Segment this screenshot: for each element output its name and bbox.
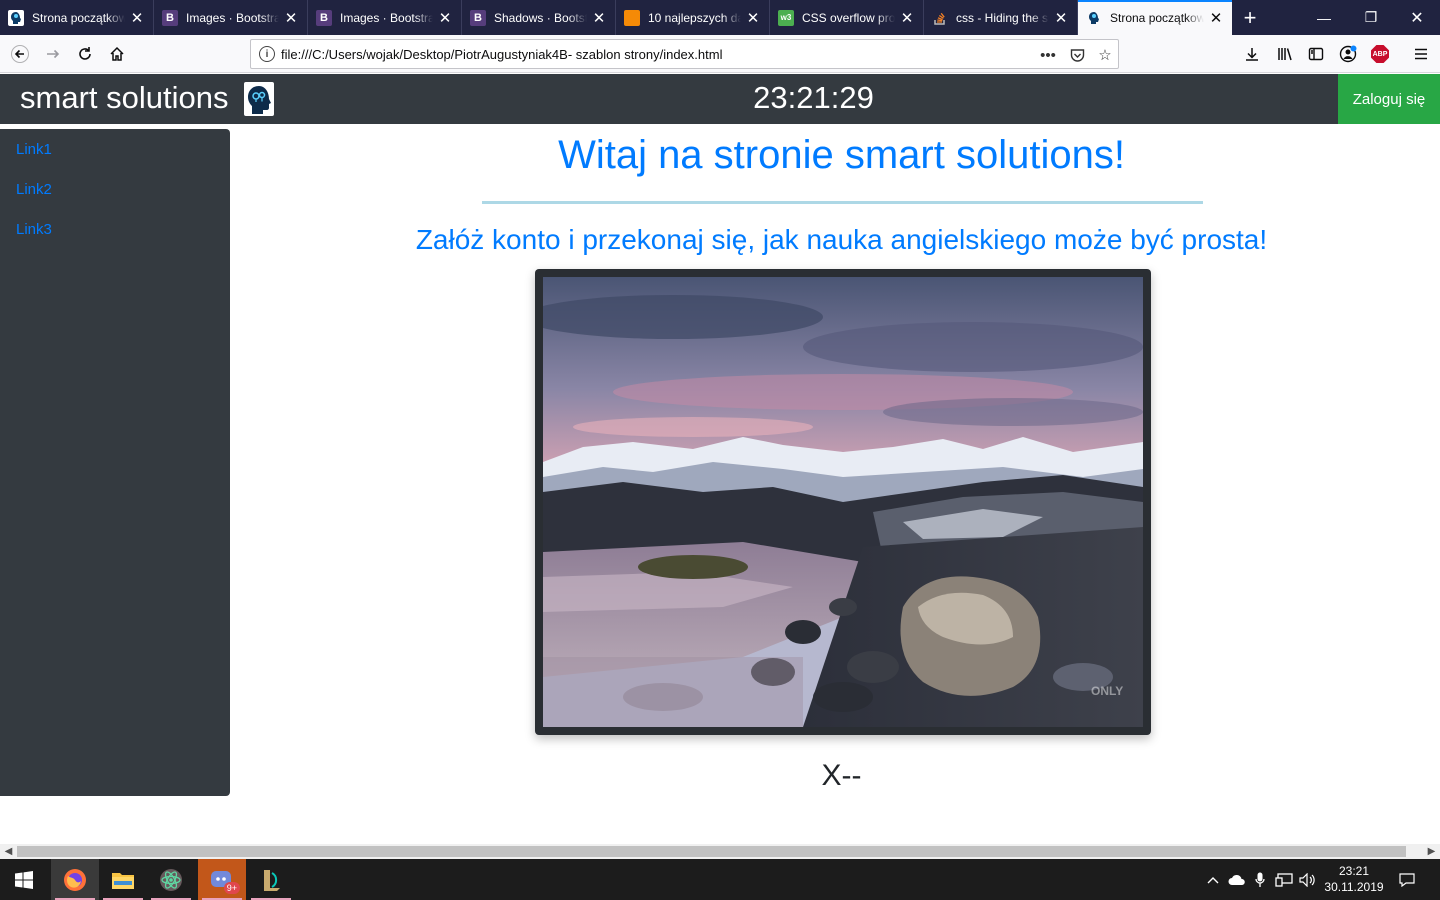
close-icon[interactable]: ✕: [591, 9, 607, 27]
tab-images-bootstrap-2[interactable]: B Images · Bootstrap ✕: [308, 0, 462, 35]
tab-title: Images · Bootstrap: [186, 10, 279, 25]
tab-strona-poczatkowa-active[interactable]: Strona początkowa ✕: [1078, 0, 1232, 35]
close-icon[interactable]: ✕: [899, 9, 915, 27]
landscape-photo: ONLY: [543, 277, 1143, 727]
back-arrow-icon[interactable]: [5, 39, 35, 69]
close-icon[interactable]: ✕: [1208, 9, 1224, 27]
minimize-icon[interactable]: —: [1301, 0, 1347, 35]
horizontal-scrollbar[interactable]: ◀ ▶: [0, 844, 1440, 859]
tab-shadows-bootstrap[interactable]: B Shadows · Bootstrap ✕: [462, 0, 616, 35]
menu-hamburger-icon[interactable]: [1406, 39, 1436, 69]
sidebar: Link1 Link2 Link3: [0, 129, 230, 796]
close-icon[interactable]: ✕: [1053, 9, 1069, 27]
bootstrap-icon: B: [162, 9, 178, 26]
title-divider: [482, 201, 1203, 204]
windows-start-icon[interactable]: [0, 859, 48, 900]
new-tab-button[interactable]: +: [1232, 0, 1268, 35]
tab-title: css - Hiding the scrollbar: [956, 10, 1049, 25]
sidebar-link-1[interactable]: Link1: [16, 141, 52, 158]
taskbar-clock[interactable]: 23:21 30.11.2019: [1318, 863, 1390, 895]
file-explorer-icon[interactable]: [99, 859, 147, 900]
scroll-right-icon[interactable]: ▶: [1423, 844, 1440, 859]
tab-title: Strona początkowa: [32, 10, 125, 25]
url-text: file:///C:/Users/wojak/Desktop/PiotrAugu…: [281, 46, 723, 62]
page-title: Witaj na stronie smart solutions!: [558, 133, 1125, 177]
bootstrap-icon: B: [470, 9, 486, 26]
reload-icon[interactable]: [70, 39, 100, 69]
footer-marker-text: X--: [821, 759, 862, 792]
download-icon[interactable]: [1237, 39, 1267, 69]
brain-head-logo-icon: [244, 82, 274, 116]
tab-title: CSS overflow property: [802, 10, 895, 25]
tab-css-hiding-scrollbar[interactable]: css - Hiding the scrollbar ✕: [924, 0, 1078, 35]
adblock-plus-icon[interactable]: ABP: [1365, 39, 1395, 69]
notification-badge: 9+: [223, 882, 240, 894]
discord-taskbar-icon[interactable]: 9+: [198, 859, 246, 900]
scroll-left-icon[interactable]: ◀: [0, 844, 17, 859]
login-button[interactable]: Zaloguj się: [1338, 74, 1440, 124]
taskbar-date: 30.11.2019: [1324, 880, 1384, 894]
account-icon[interactable]: [1333, 39, 1363, 69]
forward-arrow-icon[interactable]: [38, 39, 68, 69]
tab-title: Images · Bootstrap: [340, 10, 433, 25]
landscape-photo-frame: ONLY: [535, 269, 1151, 735]
sidebar-link-3[interactable]: Link3: [16, 221, 52, 238]
volume-icon[interactable]: [1297, 859, 1319, 900]
pocket-icon[interactable]: [1066, 44, 1088, 66]
w3schools-icon: w3: [778, 9, 794, 26]
tab-strona-poczatkowa[interactable]: Strona początkowa ✕: [0, 0, 154, 35]
active-tab-accent: [1078, 0, 1232, 2]
stackoverflow-icon: [932, 10, 948, 26]
microphone-icon[interactable]: [1250, 859, 1270, 900]
close-icon[interactable]: ✕: [437, 9, 453, 27]
firefox-taskbar-icon[interactable]: [51, 859, 99, 900]
close-icon[interactable]: ✕: [283, 9, 299, 27]
home-icon[interactable]: [102, 39, 132, 69]
scrollbar-thumb[interactable]: [17, 846, 1406, 857]
sidebar-link-2[interactable]: Link2: [16, 181, 52, 198]
tab-css-overflow[interactable]: w3 CSS overflow property ✕: [770, 0, 924, 35]
brain-head-icon: [8, 9, 24, 26]
tab-title: 10 najlepszych darmowych: [648, 10, 741, 25]
site-header: smart solutions 23:21:29 Zaloguj się: [0, 74, 1440, 124]
windows-taskbar: 9+ 23:21 30.11.2019: [0, 859, 1440, 900]
tab-title: Shadows · Bootstrap: [494, 10, 587, 25]
bookmark-star-icon[interactable]: ☆: [1094, 44, 1116, 66]
sidebar-toggle-icon[interactable]: [1301, 39, 1331, 69]
restore-icon[interactable]: ❐: [1348, 0, 1394, 35]
onedrive-cloud-icon[interactable]: [1226, 859, 1248, 900]
bootstrap-icon: B: [316, 9, 332, 26]
atom-editor-icon[interactable]: [147, 859, 195, 900]
page-subtitle: Załóż konto i przekonaj się, jak nauka a…: [415, 224, 1268, 255]
network-icon[interactable]: [1273, 859, 1295, 900]
tab-images-bootstrap[interactable]: B Images · Bootstrap ✕: [154, 0, 308, 35]
image-watermark: ONLY: [1091, 684, 1123, 698]
close-icon[interactable]: ✕: [129, 9, 145, 27]
tab-title: Strona początkowa: [1110, 10, 1204, 25]
notifications-icon[interactable]: [1394, 859, 1420, 900]
info-icon[interactable]: i: [259, 46, 275, 62]
abp-badge: ABP: [1371, 45, 1389, 63]
tray-chevron-up-icon[interactable]: [1202, 859, 1224, 900]
tab-10-najlepszych[interactable]: 10 najlepszych darmowych ✕: [616, 0, 770, 35]
page-actions-icon[interactable]: •••: [1037, 44, 1059, 66]
taskbar-time: 23:21: [1338, 864, 1370, 878]
orange-site-icon: [624, 9, 640, 26]
browser-tab-strip: Strona początkowa ✕ B Images · Bootstrap…: [0, 0, 1440, 35]
close-icon[interactable]: ✕: [745, 9, 761, 27]
address-bar[interactable]: i file:///C:/Users/wojak/Desktop/PiotrAu…: [250, 39, 1119, 69]
library-icon[interactable]: [1270, 39, 1300, 69]
brain-head-icon: [1086, 10, 1102, 26]
close-window-icon[interactable]: ✕: [1394, 0, 1440, 35]
league-of-legends-icon[interactable]: [247, 859, 295, 900]
brand-name[interactable]: smart solutions: [20, 78, 228, 118]
browser-toolbar: i file:///C:/Users/wojak/Desktop/PiotrAu…: [0, 35, 1440, 73]
